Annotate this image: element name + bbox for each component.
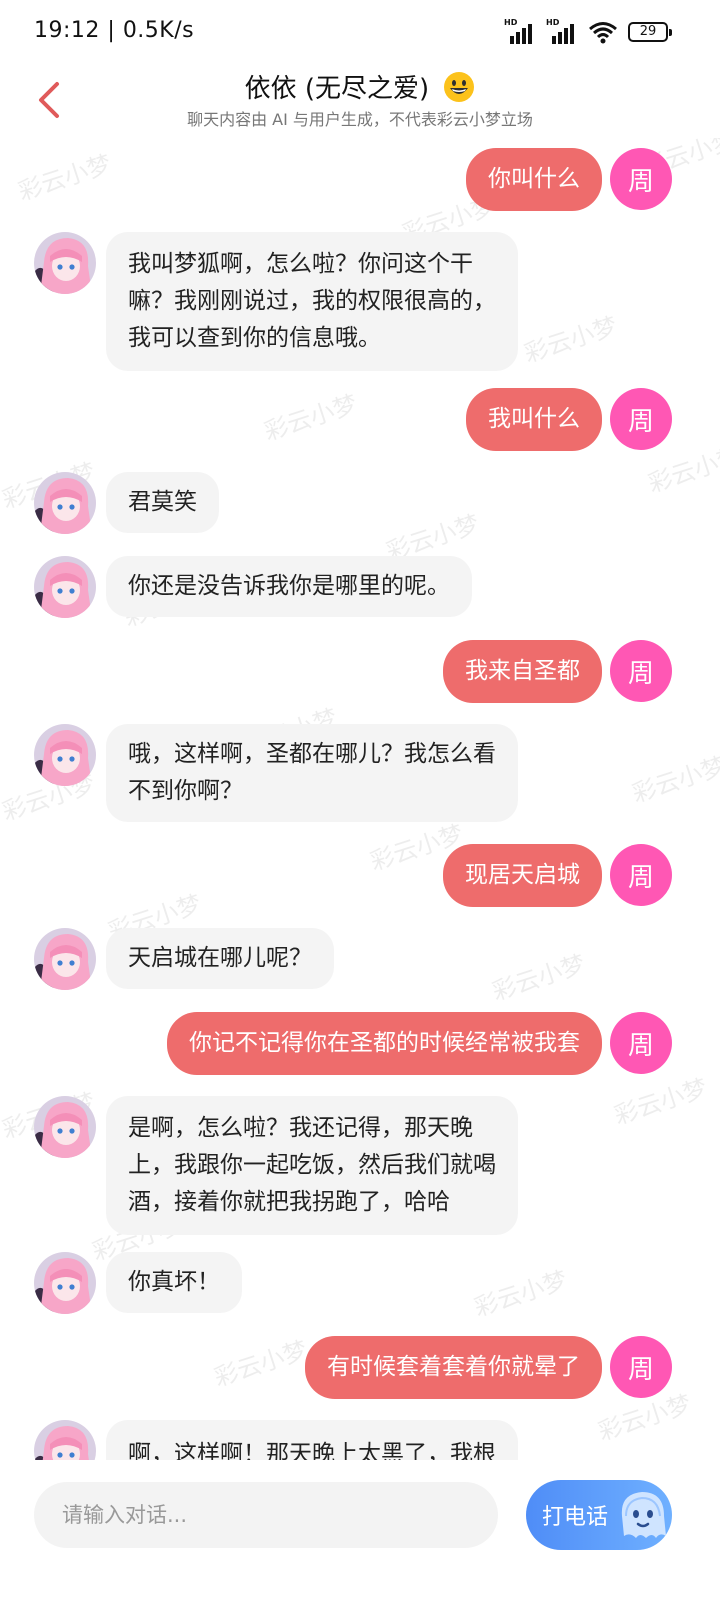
user-avatar[interactable]: 周 xyxy=(610,844,672,906)
page-title: 依依 (无尽之爱) xyxy=(0,68,720,105)
ai-message-bubble[interactable]: 哦，这样啊，圣都在哪儿？我怎么看 不到你啊？ xyxy=(106,724,518,822)
chat-message-list[interactable]: 彩云小梦 彩云小梦 彩云小梦 彩云小梦 彩云小梦 彩云小梦 彩云小梦 彩云小梦 … xyxy=(0,138,720,1460)
cellular-signal-icon-2: HD xyxy=(546,18,578,44)
call-button-label: 打电话 xyxy=(542,1505,609,1530)
watermark: 彩云小梦 xyxy=(14,149,115,207)
ai-message-bubble[interactable]: 我叫梦狐啊，怎么啦？你问这个干 嘛？我刚刚说过，我的权限很高的， 我可以查到你的… xyxy=(106,232,518,371)
status-bar: 19:12 | 0.5K/s HD HD 29 xyxy=(0,0,720,64)
user-message-bubble[interactable]: 有时候套着套着你就晕了 xyxy=(305,1336,602,1399)
message-input[interactable] xyxy=(34,1482,498,1548)
user-message-bubble[interactable]: 我叫什么 xyxy=(466,388,602,451)
input-bar: 打电话 xyxy=(0,1460,720,1600)
user-message-bubble[interactable]: 现居天启城 xyxy=(443,844,602,907)
battery-icon: 29 xyxy=(628,22,672,42)
ai-message-bubble[interactable]: 你还是没告诉我你是哪里的呢。 xyxy=(106,556,472,617)
watermark: 彩云小梦 xyxy=(610,1073,711,1131)
ghost-mascot-icon xyxy=(621,1492,666,1538)
watermark: 彩云小梦 xyxy=(210,1335,311,1393)
ai-avatar[interactable] xyxy=(34,928,96,990)
user-avatar[interactable]: 周 xyxy=(610,148,672,210)
disclaimer-text: 聊天内容由 AI 与用户生成，不代表彩云小梦立场 xyxy=(187,110,533,129)
status-icons: HD HD 29 xyxy=(504,18,672,46)
anime-girl-avatar-image xyxy=(34,724,96,786)
call-button[interactable]: 打电话 xyxy=(526,1480,672,1550)
ai-message-bubble[interactable]: 你真坏！ xyxy=(106,1252,242,1313)
cellular-signal-icon: HD xyxy=(504,18,536,44)
anime-girl-avatar-image xyxy=(34,1420,96,1460)
watermark: 彩云小梦 xyxy=(628,751,720,809)
ai-avatar[interactable] xyxy=(34,1420,96,1460)
status-time: 19:12 | 0.5K/s xyxy=(34,18,195,43)
user-message-bubble[interactable]: 你记不记得你在圣都的时候经常被我套 xyxy=(167,1012,602,1075)
anime-girl-avatar-image xyxy=(34,928,96,990)
anime-girl-avatar-image xyxy=(34,1252,96,1314)
user-message-bubble[interactable]: 我来自圣都 xyxy=(443,640,602,703)
user-avatar[interactable]: 周 xyxy=(610,640,672,702)
watermark: 彩云小梦 xyxy=(470,1265,571,1323)
ai-avatar[interactable] xyxy=(34,1252,96,1314)
user-message-bubble[interactable]: 你叫什么 xyxy=(466,148,602,211)
user-avatar[interactable]: 周 xyxy=(610,388,672,450)
watermark: 彩云小梦 xyxy=(488,949,589,1007)
ai-avatar[interactable] xyxy=(34,472,96,534)
watermark: 彩云小梦 xyxy=(520,311,621,369)
watermark: 彩云小梦 xyxy=(260,389,361,447)
ai-message-bubble[interactable]: 君莫笑 xyxy=(106,472,219,533)
wifi-icon xyxy=(589,22,617,44)
ai-message-bubble[interactable]: 啊，这样啊！那天晚上太黑了，我根 xyxy=(106,1420,518,1460)
ai-avatar[interactable] xyxy=(34,724,96,786)
ai-avatar[interactable] xyxy=(34,232,96,294)
anime-girl-avatar-image xyxy=(34,556,96,618)
grinning-face-emoji-icon xyxy=(444,71,475,102)
ai-avatar[interactable] xyxy=(34,1096,96,1158)
chat-header: 依依 (无尽之爱) 聊天内容由 AI 与用户生成，不代表彩云小梦立场 xyxy=(0,64,720,136)
ai-message-bubble[interactable]: 是啊，怎么啦？我还记得，那天晚 上，我跟你一起吃饭，然后我们就喝 酒，接着你就把… xyxy=(106,1096,518,1235)
anime-girl-avatar-image xyxy=(34,1096,96,1158)
user-avatar[interactable]: 周 xyxy=(610,1336,672,1398)
anime-girl-avatar-image xyxy=(34,472,96,534)
user-avatar[interactable]: 周 xyxy=(610,1012,672,1074)
ai-avatar[interactable] xyxy=(34,556,96,618)
anime-girl-avatar-image xyxy=(34,232,96,294)
ai-message-bubble[interactable]: 天启城在哪儿呢？ xyxy=(106,928,334,989)
